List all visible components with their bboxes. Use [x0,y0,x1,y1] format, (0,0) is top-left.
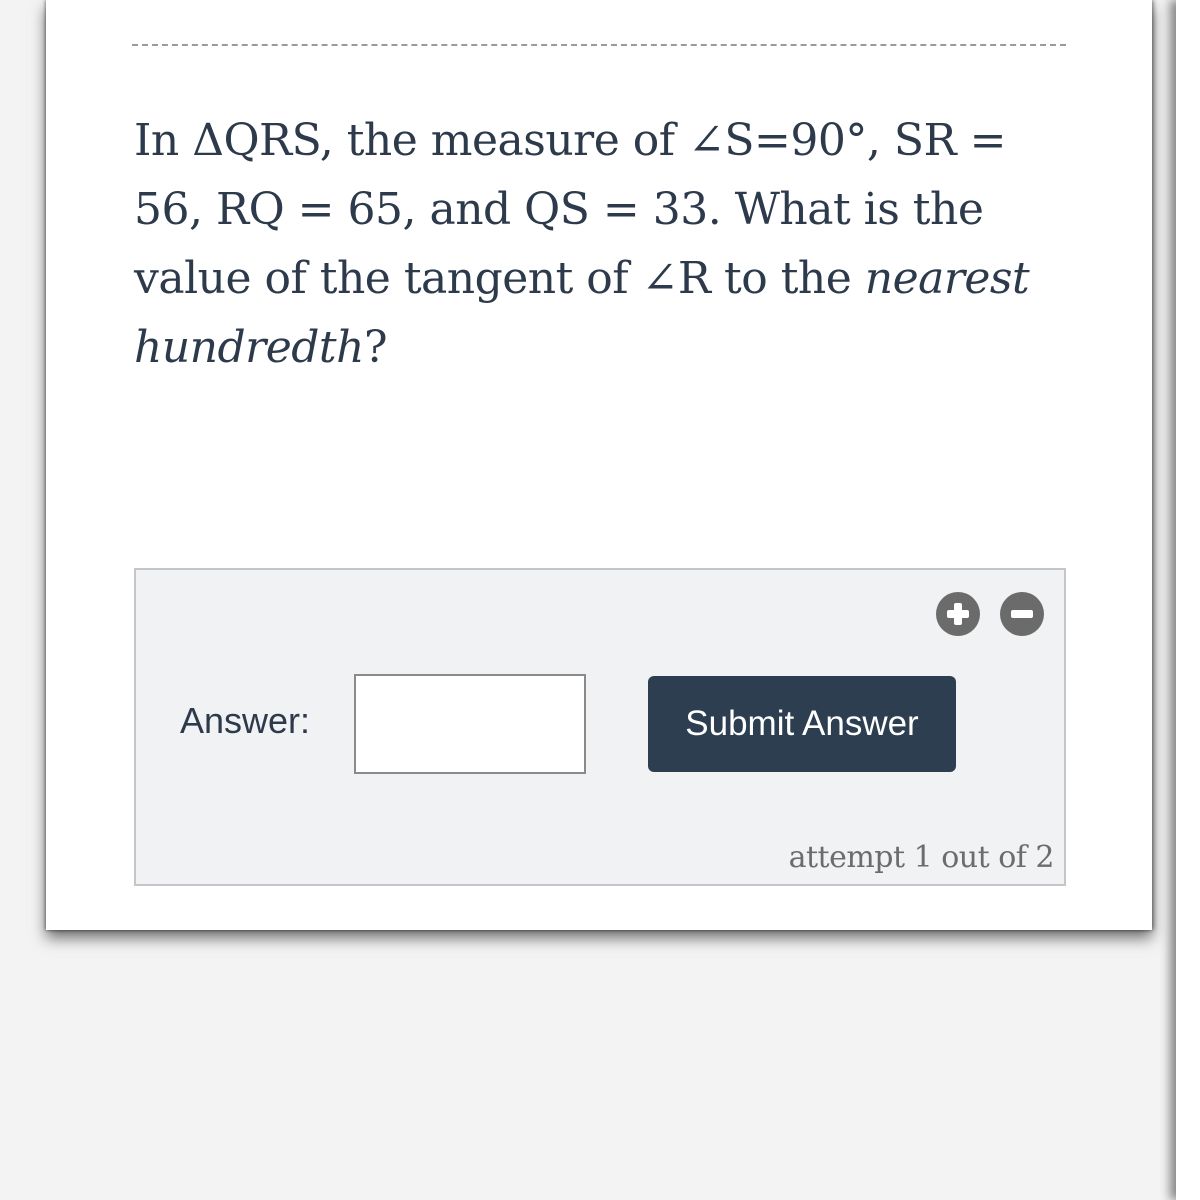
minus-circle-icon[interactable] [1000,592,1044,636]
answer-label: Answer: [180,700,311,741]
plus-circle-icon[interactable] [936,592,980,636]
attempt-counter: attempt 1 out of 2 [788,840,1055,875]
window-edge [1176,0,1200,1200]
question-text: In ΔQRS, the measure of ∠S=90°, SR = 56,… [134,106,1074,382]
answer-panel: Answer: Submit Answer attempt 1 out of 2 [134,568,1066,886]
question-card: In ΔQRS, the measure of ∠S=90°, SR = 56,… [46,0,1152,930]
submit-answer-button[interactable]: Submit Answer [648,676,956,772]
answer-input[interactable] [354,674,586,774]
question-part-2: ? [363,322,388,373]
dashed-divider [132,44,1066,46]
